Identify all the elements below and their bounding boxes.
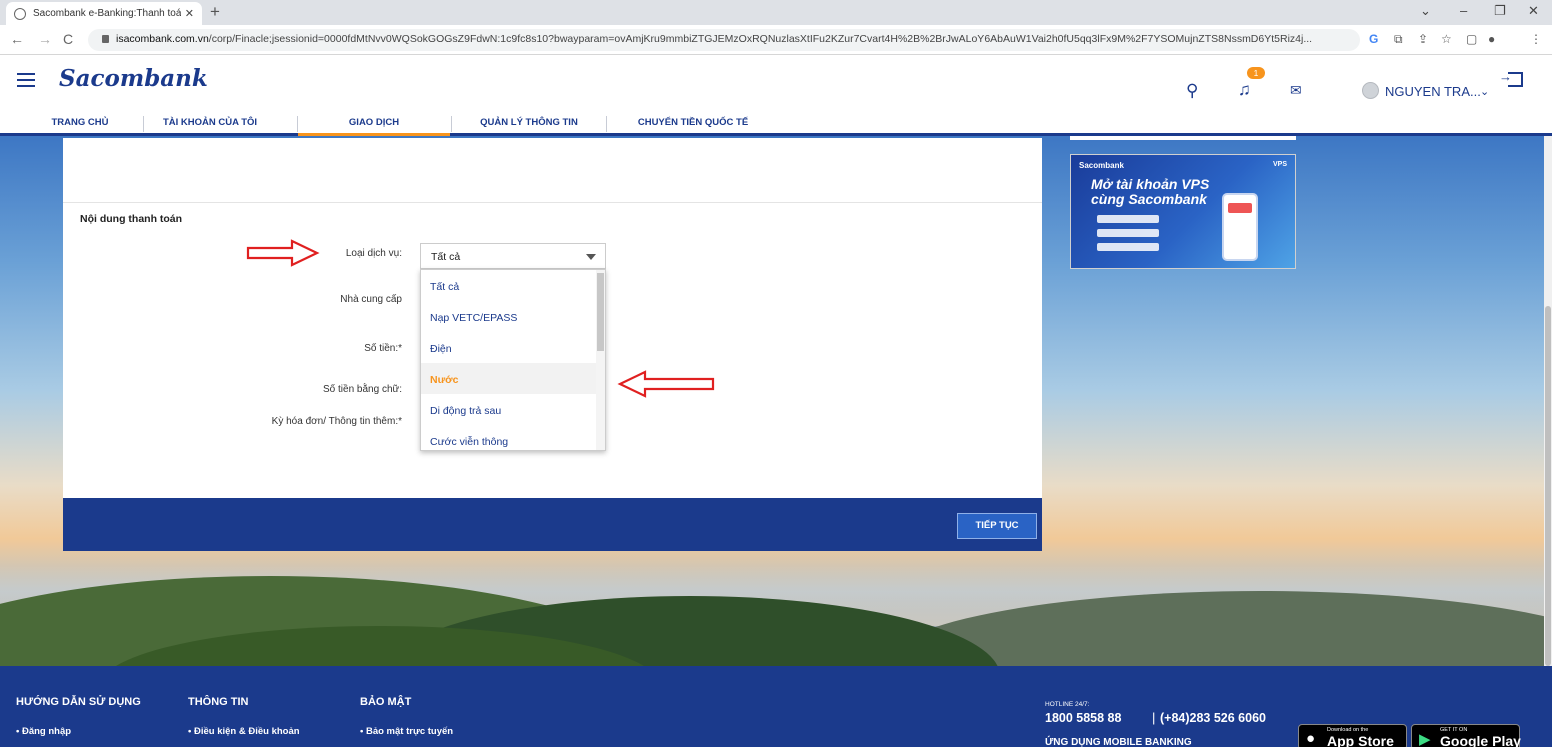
sacombank-logo[interactable]: Sacombank bbox=[59, 65, 208, 92]
footer-link-security[interactable]: • Bảo mật trực tuyến bbox=[360, 726, 453, 737]
payment-form-card: Nội dung thanh toán Loại dịch vụ: Nhà cu… bbox=[63, 138, 1042, 498]
continue-button[interactable]: TIẾP TỤC bbox=[957, 513, 1037, 539]
address-bar-row: ← → C isacombank.com.vn/corp/Finacle;jse… bbox=[0, 25, 1552, 55]
footer-heading: BẢO MẬT bbox=[360, 696, 412, 708]
url-path: /corp/Finacle;jsessionid=0000fdMtNvv0WQS… bbox=[208, 33, 1313, 45]
search-icon[interactable]: ⚲ bbox=[1186, 81, 1198, 101]
ad-feature-row bbox=[1097, 215, 1159, 223]
ad-top-strip bbox=[1070, 136, 1296, 140]
close-window-icon[interactable]: ✕ bbox=[1528, 3, 1539, 19]
footer-heading: THÔNG TIN bbox=[188, 696, 249, 708]
app-store-text: App Store bbox=[1327, 733, 1394, 747]
google-icon[interactable]: G bbox=[1369, 32, 1378, 46]
dropdown-option[interactable]: Cước viễn thông bbox=[421, 425, 605, 450]
hotline-intl-number[interactable]: (+84)283 526 6060 bbox=[1160, 711, 1266, 725]
hamburger-menu-icon[interactable] bbox=[17, 73, 35, 91]
lock-icon bbox=[102, 35, 109, 43]
ad-headline-line2: cùng Sacombank bbox=[1091, 191, 1207, 207]
service-type-value: Tất cả bbox=[431, 251, 461, 263]
footer-heading: HƯỚNG DẪN SỬ DỤNG bbox=[16, 696, 141, 708]
tab-search-icon[interactable]: ⌄ bbox=[1420, 3, 1431, 19]
divider bbox=[63, 202, 1042, 203]
play-icon: ▶ bbox=[1419, 731, 1431, 747]
nav-divider bbox=[451, 116, 452, 132]
new-tab-button[interactable]: + bbox=[210, 3, 220, 21]
ad-tag: VPS bbox=[1272, 161, 1287, 168]
amount-in-words-label: Số tiền bằng chữ: bbox=[323, 384, 402, 395]
dropdown-option-highlighted[interactable]: Nước bbox=[421, 363, 605, 394]
amount-label: Số tiền:* bbox=[364, 343, 402, 354]
mobile-banking-label: ỨNG DỤNG MOBILE BANKING bbox=[1045, 737, 1192, 747]
reload-button[interactable]: C bbox=[63, 31, 73, 47]
footer-link-login[interactable]: • Đăng nhập bbox=[16, 726, 71, 737]
nav-chuyen-tien-quoc-te[interactable]: CHUYỂN TIỀN QUỐC TẾ bbox=[622, 112, 764, 136]
globe-icon bbox=[14, 7, 26, 20]
provider-label: Nhà cung cấp bbox=[340, 294, 402, 305]
browser-menu-icon[interactable]: ⋮ bbox=[1530, 32, 1542, 46]
nav-divider bbox=[606, 116, 607, 132]
nav-divider bbox=[143, 116, 144, 132]
google-play-badge[interactable]: ▶ GET IT ON Google Play bbox=[1411, 724, 1521, 747]
nav-trang-chu[interactable]: TRANG CHỦ bbox=[40, 112, 120, 136]
minimize-icon[interactable]: – bbox=[1460, 3, 1467, 18]
phone-illustration bbox=[1222, 193, 1258, 261]
form-footer-bar: TIẾP TỤC bbox=[63, 498, 1042, 551]
ad-headline-line1: Mở tài khoản VPS bbox=[1091, 176, 1210, 192]
username[interactable]: NGUYEN TRA... bbox=[1385, 84, 1481, 99]
logout-icon[interactable] bbox=[1499, 69, 1523, 87]
caret-down-icon bbox=[586, 254, 596, 260]
bill-period-label: Kỳ hóa đơn/ Thông tin thêm:* bbox=[271, 416, 402, 427]
browser-tab[interactable]: Sacombank e-Banking:Thanh toá ✕ bbox=[6, 2, 202, 25]
annotation-arrow-left bbox=[617, 370, 715, 398]
browser-tab-strip: Sacombank e-Banking:Thanh toá ✕ + ⌄ – ❐ … bbox=[0, 0, 1552, 25]
footer-link-terms[interactable]: • Điều kiện & Điều khoản bbox=[188, 726, 300, 737]
hotline-number[interactable]: 1800 5858 88 bbox=[1045, 711, 1121, 725]
side-panel-icon[interactable]: ▢ bbox=[1466, 32, 1477, 46]
tab-title: Sacombank e-Banking:Thanh toá bbox=[33, 8, 181, 19]
share-icon[interactable]: ⇪ bbox=[1418, 32, 1428, 46]
dropdown-option[interactable]: Nạp VETC/EPASS bbox=[421, 301, 605, 332]
section-title: Nội dung thanh toán bbox=[80, 213, 183, 225]
dropdown-option[interactable]: Di động trả sau bbox=[421, 394, 605, 425]
translate-icon[interactable]: ⧉ bbox=[1394, 32, 1403, 47]
ad-brand: Sacombank bbox=[1079, 161, 1124, 170]
hotline-label: HOTLINE 24/7: bbox=[1045, 701, 1090, 708]
dropdown-option[interactable]: Tất cả bbox=[421, 270, 605, 301]
dropdown-option[interactable]: Điện bbox=[421, 332, 605, 363]
apple-icon: ● bbox=[1306, 730, 1316, 747]
url-host: isacombank.com.vn bbox=[116, 33, 209, 45]
forward-button[interactable]: → bbox=[38, 31, 52, 47]
page-scrollbar[interactable] bbox=[1544, 136, 1552, 666]
chevron-down-icon[interactable]: ⌄ bbox=[1480, 85, 1489, 98]
bookmark-star-icon[interactable]: ☆ bbox=[1441, 32, 1452, 46]
notification-badge: 1 bbox=[1247, 67, 1265, 79]
ad-headline: Mở tài khoản VPS cùng Sacombank bbox=[1091, 177, 1209, 207]
google-play-text: Google Play bbox=[1440, 733, 1521, 747]
annotation-arrow-right bbox=[246, 239, 320, 267]
site-footer: HƯỚNG DẪN SỬ DỤNG • Đăng nhập THÔNG TIN … bbox=[0, 666, 1552, 747]
bell-icon[interactable]: ♫ bbox=[1238, 80, 1251, 100]
url-input[interactable]: isacombank.com.vn/corp/Finacle;jsessioni… bbox=[88, 29, 1360, 51]
nav-tai-khoan[interactable]: TÀI KHOẢN CỦA TÔI bbox=[150, 112, 270, 136]
nav-giao-dich[interactable]: GIAO DỊCH bbox=[298, 112, 450, 136]
service-type-label: Loại dịch vụ: bbox=[345, 248, 402, 259]
app-store-badge[interactable]: ● Download on the App Store bbox=[1298, 724, 1407, 747]
nav-quan-ly-thong-tin[interactable]: QUẢN LÝ THÔNG TIN bbox=[460, 112, 598, 136]
ad-feature-row bbox=[1097, 243, 1159, 251]
service-type-select[interactable]: Tất cả bbox=[420, 243, 606, 269]
profile-icon[interactable]: ● bbox=[1488, 32, 1495, 46]
ad-feature-row bbox=[1097, 229, 1159, 237]
vps-ad-banner[interactable]: Sacombank VPS Mở tài khoản VPS cùng Saco… bbox=[1070, 154, 1296, 269]
mail-icon[interactable]: ✉ bbox=[1290, 82, 1302, 99]
back-button[interactable]: ← bbox=[10, 31, 24, 47]
restore-icon[interactable]: ❐ bbox=[1494, 3, 1506, 19]
hotline-separator: | bbox=[1152, 710, 1156, 725]
dropdown-scrollbar[interactable] bbox=[596, 270, 605, 450]
service-type-dropdown: Tất cả Nạp VETC/EPASS Điện Nước Di động … bbox=[420, 269, 606, 451]
site-header: Sacombank ⚲ ♫ 1 ✉ NGUYEN TRA... ⌄ TRANG … bbox=[0, 55, 1552, 136]
tab-close-icon[interactable]: ✕ bbox=[185, 7, 194, 20]
avatar[interactable] bbox=[1362, 82, 1379, 99]
